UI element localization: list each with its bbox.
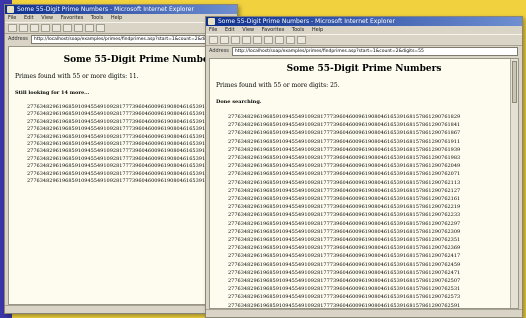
address-input[interactable]: http://localhost/soap/examples/primes/fi… <box>30 34 233 44</box>
title-bar[interactable]: Some 55-Digit Prime Numbers - Microsoft … <box>5 5 237 14</box>
list-item: 2776348296196859109455491092817773960460… <box>228 211 518 219</box>
list-item: 2776348296196859109455491092817773960460… <box>228 203 518 211</box>
toolbar <box>206 34 522 46</box>
browser-window-front[interactable]: Some 55-Digit Prime Numbers - Microsoft … <box>205 16 523 318</box>
page-content: Some 55-Digit Prime Numbers Primes found… <box>209 58 519 309</box>
list-item: 2776348296196859109455491092817773960460… <box>228 129 518 137</box>
ie-icon <box>7 6 14 13</box>
ie-icon <box>208 18 215 25</box>
list-item: 2776348296196859109455491092817773960460… <box>228 228 518 236</box>
menu-tools[interactable]: Tools <box>292 27 304 33</box>
stop-button[interactable] <box>231 36 240 44</box>
list-item: 2776348296196859109455491092817773960460… <box>228 170 518 178</box>
forward-button[interactable] <box>19 24 28 32</box>
vertical-scrollbar[interactable] <box>510 59 518 308</box>
list-item: 2776348296196859109455491092817773960460… <box>27 104 233 111</box>
list-item: 2776348296196859109455491092817773960460… <box>228 302 518 308</box>
list-item: 2776348296196859109455491092817773960460… <box>27 141 233 148</box>
list-item: 2776348296196859109455491092817773960460… <box>228 121 518 129</box>
primes-found-text: Primes found with 55 or more digits: 11. <box>15 73 139 80</box>
list-item: 2776348296196859109455491092817773960460… <box>228 277 518 285</box>
menu-view[interactable]: View <box>41 15 53 21</box>
menu-bar: File Edit View Favorites Tools Help <box>206 26 522 34</box>
history-button[interactable] <box>85 24 94 32</box>
list-item: 2776348296196859109455491092817773960460… <box>228 195 518 203</box>
address-bar: Address http://localhost/soap/examples/p… <box>5 34 237 44</box>
list-item: 2776348296196859109455491092817773960460… <box>27 178 233 185</box>
search-status: Done searching. <box>216 99 262 105</box>
scrollbar-thumb[interactable] <box>512 61 517 103</box>
list-item: 2776348296196859109455491092817773960460… <box>228 220 518 228</box>
prime-list: 2776348296196859109455491092817773960460… <box>9 104 233 185</box>
list-item: 2776348296196859109455491092817773960460… <box>228 244 518 252</box>
address-bar: Address http://localhost/soap/examples/p… <box>206 46 522 56</box>
status-bar <box>206 309 522 317</box>
list-item: 2776348296196859109455491092817773960460… <box>27 171 233 178</box>
list-item: 2776348296196859109455491092817773960460… <box>27 111 233 118</box>
print-button[interactable] <box>96 24 105 32</box>
list-item: 2776348296196859109455491092817773960460… <box>228 285 518 293</box>
menu-file[interactable]: File <box>8 15 16 21</box>
title-bar[interactable]: Some 55-Digit Prime Numbers - Microsoft … <box>206 17 522 26</box>
menu-view[interactable]: View <box>242 27 254 33</box>
search-button[interactable] <box>264 36 273 44</box>
address-input[interactable]: http://localhost/soap/examples/primes/fi… <box>231 46 518 56</box>
home-button[interactable] <box>253 36 262 44</box>
list-item: 2776348296196859109455491092817773960460… <box>27 119 233 126</box>
page-content: Some 55-Digit Prime Numbers Primes found… <box>8 46 234 305</box>
list-item: 2776348296196859109455491092817773960460… <box>27 134 233 141</box>
favorites-button[interactable] <box>275 36 284 44</box>
menu-favorites[interactable]: Favorites <box>262 27 285 33</box>
page-heading: Some 55-Digit Prime Numbers <box>286 64 442 74</box>
list-item: 2776348296196859109455491092817773960460… <box>228 113 518 121</box>
list-item: 2776348296196859109455491092817773960460… <box>228 252 518 260</box>
print-button[interactable] <box>297 36 306 44</box>
menu-file[interactable]: File <box>209 27 217 33</box>
list-item: 2776348296196859109455491092817773960460… <box>228 179 518 187</box>
browser-window-back[interactable]: Some 55-Digit Prime Numbers - Microsoft … <box>4 4 238 314</box>
window-title: Some 55-Digit Prime Numbers - Microsoft … <box>218 18 395 25</box>
toolbar <box>5 22 237 34</box>
list-item: 2776348296196859109455491092817773960460… <box>228 236 518 244</box>
list-item: 2776348296196859109455491092817773960460… <box>228 138 518 146</box>
list-item: 2776348296196859109455491092817773960460… <box>228 162 518 170</box>
menu-tools[interactable]: Tools <box>91 15 103 21</box>
list-item: 2776348296196859109455491092817773960460… <box>228 146 518 154</box>
primes-found-text: Primes found with 55 or more digits: 25. <box>216 82 340 89</box>
address-label: Address <box>209 48 229 54</box>
back-button[interactable] <box>209 36 218 44</box>
search-button[interactable] <box>63 24 72 32</box>
list-item: 2776348296196859109455491092817773960460… <box>228 187 518 195</box>
list-item: 2776348296196859109455491092817773960460… <box>228 154 518 162</box>
list-item: 2776348296196859109455491092817773960460… <box>27 148 233 155</box>
menu-favorites[interactable]: Favorites <box>61 15 84 21</box>
status-bar <box>5 305 237 313</box>
forward-button[interactable] <box>220 36 229 44</box>
address-label: Address <box>8 36 28 42</box>
list-item: 2776348296196859109455491092817773960460… <box>228 293 518 301</box>
refresh-button[interactable] <box>242 36 251 44</box>
list-item: 2776348296196859109455491092817773960460… <box>228 269 518 277</box>
menu-help[interactable]: Help <box>312 27 323 33</box>
history-button[interactable] <box>286 36 295 44</box>
prime-list: 2776348296196859109455491092817773960460… <box>210 113 518 308</box>
stop-button[interactable] <box>30 24 39 32</box>
search-status: Still looking for 14 more... <box>15 90 90 96</box>
menu-edit[interactable]: Edit <box>24 15 34 21</box>
list-item: 2776348296196859109455491092817773960460… <box>27 163 233 170</box>
list-item: 2776348296196859109455491092817773960460… <box>27 126 233 133</box>
list-item: 2776348296196859109455491092817773960460… <box>228 261 518 269</box>
home-button[interactable] <box>52 24 61 32</box>
menu-help[interactable]: Help <box>111 15 122 21</box>
refresh-button[interactable] <box>41 24 50 32</box>
menu-bar: File Edit View Favorites Tools Help <box>5 14 237 22</box>
back-button[interactable] <box>8 24 17 32</box>
menu-edit[interactable]: Edit <box>225 27 235 33</box>
list-item: 2776348296196859109455491092817773960460… <box>27 156 233 163</box>
window-title: Some 55-Digit Prime Numbers - Microsoft … <box>17 6 194 13</box>
favorites-button[interactable] <box>74 24 83 32</box>
